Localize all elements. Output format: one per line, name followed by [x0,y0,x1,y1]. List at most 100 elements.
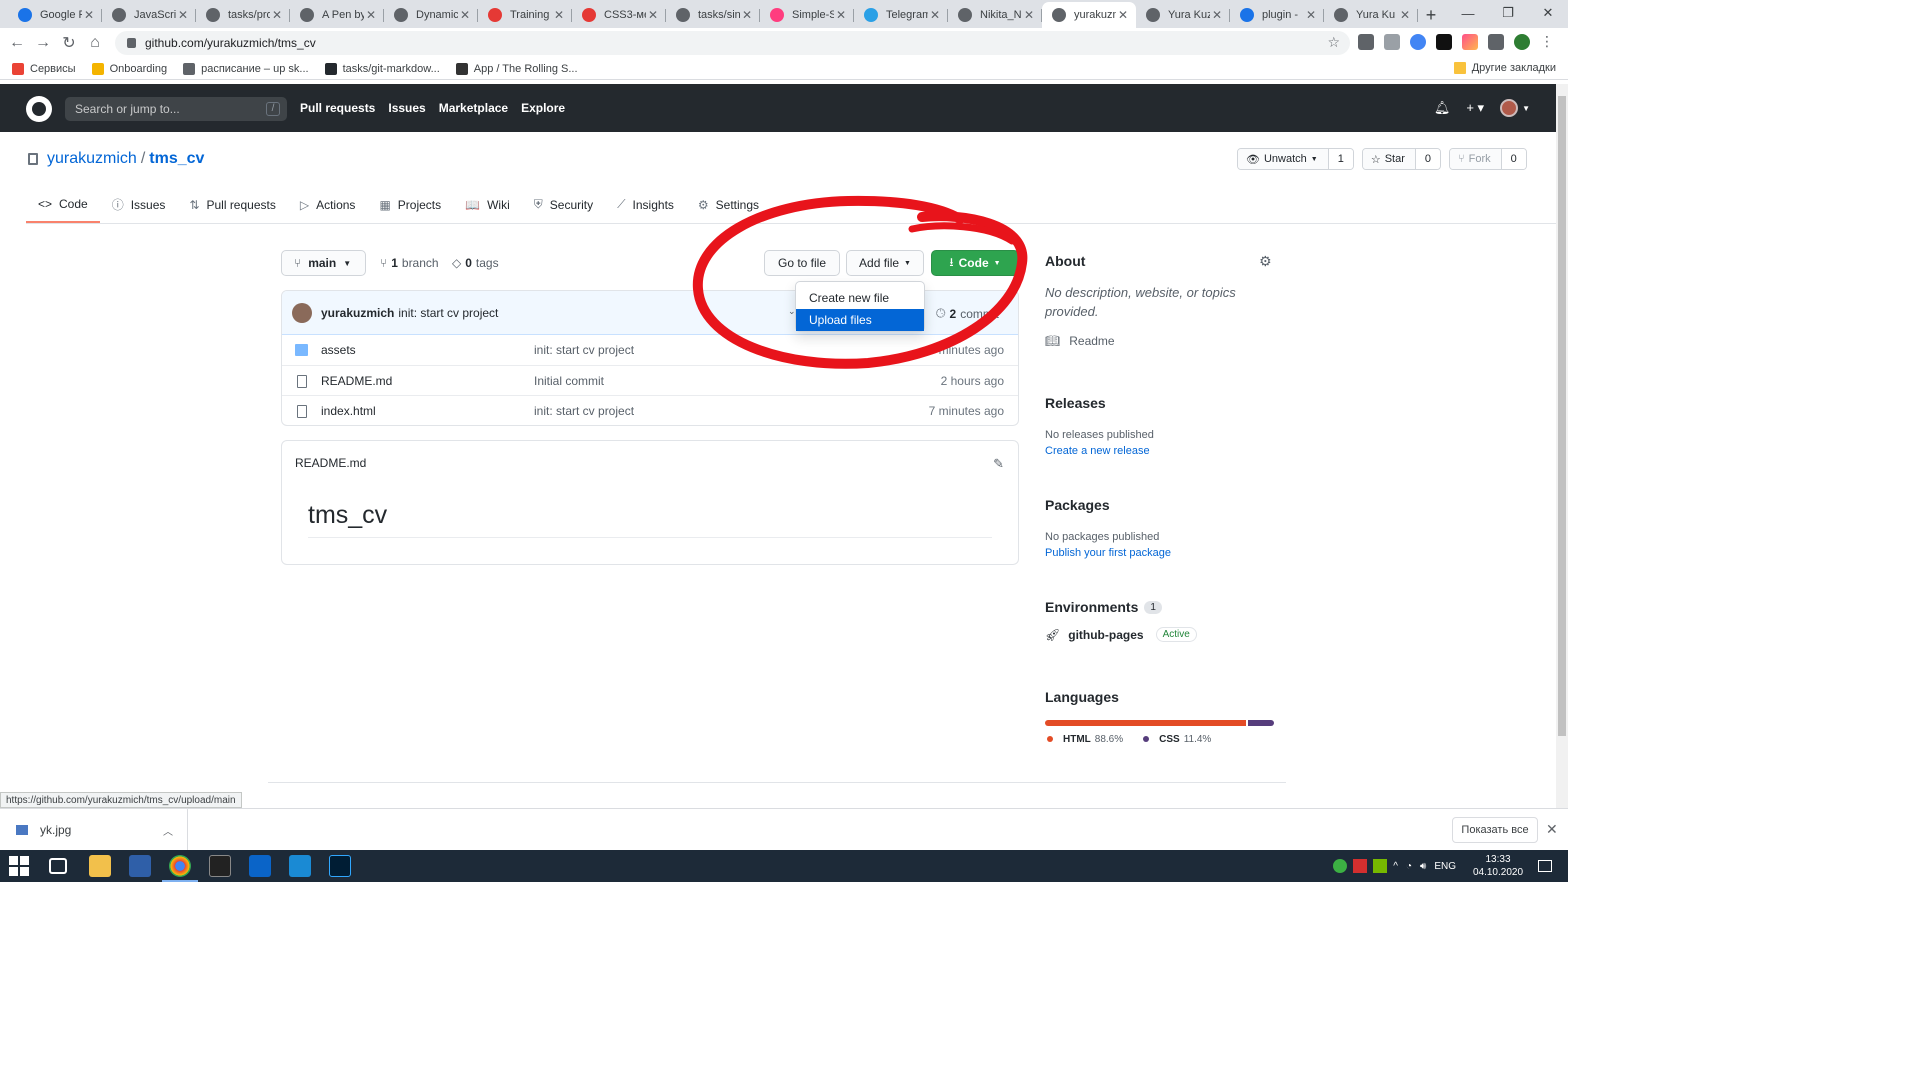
file-name-link[interactable]: README.md [321,374,392,388]
browser-tab[interactable]: yurakuzm✕ [1042,2,1136,28]
back-icon[interactable]: ← [4,34,30,52]
browser-tab[interactable]: Telegram ✕ [854,2,948,28]
download-item[interactable]: yk.jpg ︿ [0,809,188,851]
nav-pull-requests[interactable]: Pull requests [300,101,375,115]
notifications-bell-icon[interactable]: 🔔︎ [1434,100,1451,116]
bookmark-item[interactable]: Сервисы [12,62,76,75]
close-tab-icon[interactable]: ✕ [364,8,378,22]
create-new-plus-icon[interactable]: + ▾ [1466,100,1484,116]
task-view-icon[interactable] [49,858,67,874]
extension-icon[interactable] [1358,34,1374,50]
forks-count[interactable]: 0 [1501,149,1526,169]
volume-icon[interactable]: 🔊︎ [1420,861,1426,872]
watchers-count[interactable]: 1 [1328,149,1353,169]
bookmark-item[interactable]: tasks/git-markdow... [324,62,440,75]
wifi-icon[interactable]: ◔ [1406,861,1412,872]
releases-title[interactable]: Releases [1045,395,1274,411]
browser-tab[interactable]: CSS3-ме ✕ [572,2,666,28]
browser-tab[interactable]: plugin - ✕ [1230,2,1324,28]
nav-explore[interactable]: Explore [521,101,565,115]
windows-start-icon[interactable] [9,856,29,876]
tab-projects[interactable]: ▦ Projects [367,186,453,223]
forward-icon[interactable]: → [30,34,56,52]
photoshop-icon[interactable] [329,855,351,877]
gear-icon[interactable]: ⚙ [1259,253,1272,270]
chevron-up-icon[interactable]: ^ [1393,861,1398,872]
tab-pull-requests[interactable]: ⇅ Pull requests [177,186,287,223]
file-explorer-icon[interactable] [89,855,111,877]
fork-button[interactable]: ⑂ Fork 0 [1449,148,1527,170]
save-app-icon[interactable] [129,855,151,877]
browser-tab[interactable]: Google F ✕ [8,2,102,28]
nav-marketplace[interactable]: Marketplace [439,101,508,115]
tab-security[interactable]: ⛨ Security [522,186,605,223]
close-tab-icon[interactable]: ✕ [552,8,566,22]
user-menu[interactable]: ▼ [1500,99,1530,117]
file-commit-message[interactable]: init: start cv project [534,343,634,357]
close-tab-icon[interactable]: ✕ [740,8,754,22]
minimize-icon[interactable]: — [1448,0,1488,26]
nvidia-icon[interactable] [1373,859,1388,873]
browser-tab[interactable]: JavaScrip✕ [102,2,196,28]
nav-issues[interactable]: Issues [388,101,425,115]
browser-tab[interactable]: Yura Kuz ✕ [1136,2,1230,28]
reload-icon[interactable]: ↻ [56,33,82,53]
search-input[interactable]: Search or jump to... / [65,97,287,121]
profile-icon[interactable] [1514,34,1530,50]
address-bar[interactable]: github.com/yurakuzmich/tms_cv ☆ [115,31,1350,55]
notification-center-icon[interactable] [1538,860,1552,872]
close-tab-icon[interactable]: ✕ [270,8,284,22]
bookmark-star-icon[interactable]: ☆ [1327,34,1340,51]
restore-icon[interactable]: ❐ [1488,0,1528,26]
outlook-icon[interactable] [249,855,271,877]
file-name-link[interactable]: index.html [321,404,376,418]
file-commit-message[interactable]: Initial commit [534,374,604,388]
create-release-link[interactable]: Create a new release [1045,445,1150,457]
extension-icon[interactable] [1410,34,1426,50]
packages-title[interactable]: Packages [1045,497,1274,513]
browser-tab[interactable]: Nikita_N ✕ [948,2,1042,28]
commit-author[interactable]: yurakuzmich [321,306,394,320]
scrollbar-thumb[interactable] [1558,96,1566,736]
tab-issues[interactable]: ⓘ Issues [100,186,178,223]
language-item[interactable]: HTML 88.6% [1047,734,1123,745]
tab-insights[interactable]: ⟋ Insights [605,186,686,223]
file-commit-message[interactable]: init: start cv project [534,404,634,418]
puzzle-icon[interactable] [1488,34,1504,50]
clock[interactable]: 13:33 04.10.2020 [1468,853,1528,879]
pencil-icon[interactable]: ✎ [993,456,1004,472]
browser-tab[interactable]: A Pen by ✕ [290,2,384,28]
star-button[interactable]: ☆ Star 0 [1361,148,1442,170]
close-tab-icon[interactable]: ✕ [1398,8,1412,22]
keyboard-layout-icon[interactable] [1353,859,1368,873]
close-tab-icon[interactable]: ✕ [834,8,848,22]
browser-tab[interactable]: Training ✕ [478,2,572,28]
close-tab-icon[interactable]: ✕ [82,8,96,22]
close-tab-icon[interactable]: ✕ [1116,8,1130,22]
publish-package-link[interactable]: Publish your first package [1045,547,1171,559]
browser-tab[interactable]: tasks/sin ✕ [666,2,760,28]
close-icon[interactable]: ✕ [1546,821,1558,838]
close-tab-icon[interactable]: ✕ [458,8,472,22]
environment-item[interactable]: 🚀︎ github-pages Active [1045,627,1274,642]
branch-select-button[interactable]: ⑂ main ▼ [281,250,366,276]
show-all-downloads-button[interactable]: Показать все [1452,817,1538,843]
tab-wiki[interactable]: 📖 Wiki [453,186,522,223]
chrome-icon[interactable] [169,855,191,877]
browser-tab[interactable]: Simple-S ✕ [760,2,854,28]
new-tab-button[interactable]: + [1418,2,1444,28]
extension-icon[interactable] [1384,34,1400,50]
stars-count[interactable]: 0 [1415,149,1441,169]
commit-message[interactable]: init: start cv project [398,306,498,320]
language-item[interactable]: CSS 11.4% [1143,734,1211,745]
input-language[interactable]: ENG [1434,861,1456,872]
readme-link[interactable]: 📖︎ Readme [1045,334,1274,348]
close-tab-icon[interactable]: ✕ [1022,8,1036,22]
close-tab-icon[interactable]: ✕ [1304,8,1318,22]
other-bookmarks[interactable]: Другие закладки [1453,62,1556,74]
bookmark-item[interactable]: расписание – up sk... [183,62,309,75]
terminal-icon[interactable] [209,855,231,877]
unwatch-button[interactable]: 👁︎ Unwatch ▼ 1 [1237,148,1354,170]
bookmark-item[interactable]: App / The Rolling S... [455,62,578,75]
environments-header[interactable]: Environments 1 [1045,599,1274,615]
